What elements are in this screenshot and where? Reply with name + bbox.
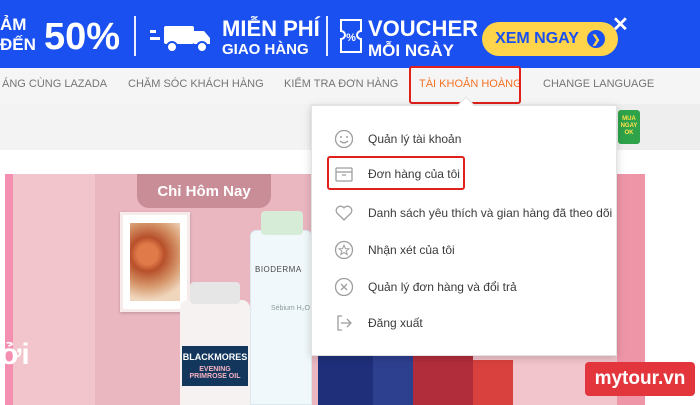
menu-item-my-reviews[interactable]: Nhận xét của tôi [312,232,616,268]
voucher-title: VOUCHER [368,16,479,41]
promo-banner[interactable]: ẢM ĐẾN 50% MIỄN PHÍ GIAO HÀNG % VOUCHER … [0,0,700,68]
freeship-title: MIỄN PHÍ [222,16,320,41]
watermark-logo: mytour.vn [585,362,695,396]
product-package [373,355,413,405]
product-package [318,350,373,405]
account-dropdown: Quản lý tài khoản Đơn hàng của tôi Danh … [311,96,617,356]
nav-item-sell-with-lazada[interactable]: ÁNG CÙNG LAZADA [2,78,107,90]
product-blackmores-brand: BLACKMORES [182,352,248,362]
promo-line1: ẢM [0,15,27,34]
menu-item-label: Danh sách yêu thích và gian hàng đã theo… [368,206,613,220]
menu-item-label: Quản lý đơn hàng và đổi trả [368,280,517,294]
my-orders-highlight-box [327,156,465,190]
bottle-cap [261,211,303,235]
page: ẢM ĐẾN 50% MIỄN PHÍ GIAO HÀNG % VOUCHER … [0,0,700,405]
freeship-sub: GIAO HÀNG [222,41,309,58]
product-blackmores[interactable]: BLACKMORES EVENING PRIMROSE OIL [180,282,250,405]
promo-divider [326,16,328,56]
chevron-right-icon: ❯ [586,30,605,48]
product-bioderma-brand: BIODERMA [255,265,302,274]
logout-icon [337,315,352,331]
promo-divider [134,16,136,56]
hero-left-text: ởi [0,338,30,371]
star-icon [334,240,354,260]
menu-item-label: Nhận xét của tôi [368,243,455,257]
nav-item-change-language[interactable]: CHANGE LANGUAGE [543,78,654,90]
bottle-cap [190,282,240,304]
nav-item-track-order[interactable]: KIỂM TRA ĐƠN HÀNG [284,78,398,90]
promo-side-badge[interactable]: MUA NGAY OK [618,110,640,144]
product-blackmores-sub: EVENING PRIMROSE OIL [189,366,241,380]
top-nav: ÁNG CÙNG LAZADA CHĂM SÓC KHÁCH HÀNG KIỂM… [0,68,700,104]
menu-item-label: Đăng xuất [368,316,423,330]
menu-item-logout[interactable]: Đăng xuất [312,305,616,341]
menu-item-label: Quản lý tài khoản [368,132,462,146]
product-bioderma[interactable]: BIODERMA Sébium H₂O [250,211,312,405]
smiley-icon [334,129,354,149]
cancel-circle-icon [334,277,354,297]
voucher-sub: MỖI NGÀY [368,41,454,60]
view-now-label: XEM NGAY [495,30,579,47]
painting [130,223,180,301]
delivery-truck-icon [150,26,210,53]
view-now-button[interactable]: XEM NGAY ❯ [482,22,618,56]
nav-item-customer-care[interactable]: CHĂM SÓC KHÁCH HÀNG [128,78,264,90]
product-blackmores-label: BLACKMORES EVENING PRIMROSE OIL [182,346,248,386]
menu-item-wishlist[interactable]: Danh sách yêu thích và gian hàng đã theo… [312,195,616,231]
menu-item-returns[interactable]: Quản lý đơn hàng và đổi trả [312,269,616,305]
promo-line2: ĐẾN [0,35,36,54]
heart-icon [335,205,353,221]
voucher-ticket-icon: % [340,19,362,53]
picture-frame [120,212,190,312]
hero-chip: Chỉ Hôm Nay [137,174,271,208]
product-package [473,360,513,405]
svg-text:%: % [346,32,356,44]
close-icon[interactable]: ✕ [612,12,629,37]
product-bioderma-sub: Sébium H₂O [271,305,310,312]
promo-percent: 50% [44,16,121,58]
menu-item-manage-account[interactable]: Quản lý tài khoản [312,121,616,157]
search-bar[interactable] [0,104,310,150]
